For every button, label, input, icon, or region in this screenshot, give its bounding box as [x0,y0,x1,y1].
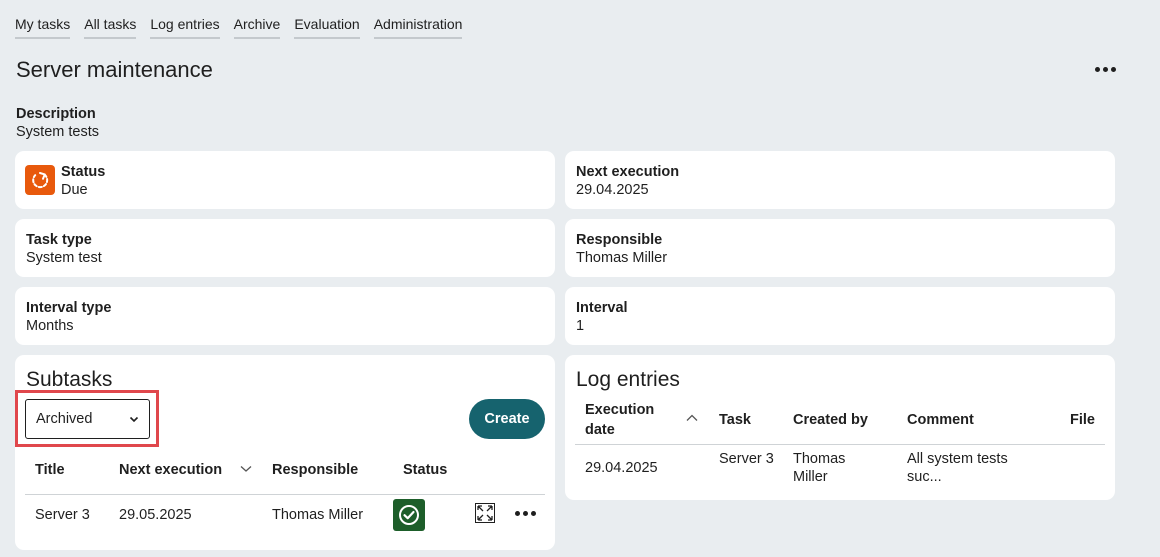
nav-archive[interactable]: Archive [233,16,281,39]
sort-chevron-down-icon[interactable] [240,465,252,473]
log-entries-title: Log entries [576,368,680,391]
col-created-by[interactable]: Created by [793,410,868,430]
more-icon [513,505,537,521]
more-icon [1093,60,1117,78]
sort-chevron-up-icon[interactable] [686,414,698,422]
top-nav: My tasks All tasks Log entries Archive E… [15,16,463,39]
check-circle-icon [393,499,425,531]
interval-type-card: Interval type Months [15,287,555,345]
nav-evaluation[interactable]: Evaluation [294,16,360,39]
row-more-options-button[interactable] [513,505,537,521]
interval-type-value: Months [26,318,74,334]
status-value: Due [61,182,88,198]
col-comment[interactable]: Comment [907,410,974,430]
col-title[interactable]: Title [35,460,65,480]
subtask-filter-select[interactable]: Archived [25,399,150,439]
log-entries-card: Log entries Execution date Task Created … [565,355,1115,500]
responsible-label: Responsible [576,232,663,248]
nav-log-entries[interactable]: Log entries [150,16,220,39]
description-value: System tests [16,124,99,140]
header-divider [575,444,1105,445]
refresh-icon [25,165,55,195]
next-execution-value: 29.04.2025 [576,182,649,198]
col-execution-date[interactable]: Execution date [585,400,665,440]
description-label: Description [16,106,96,122]
header-divider [25,494,545,495]
subtasks-card: Subtasks Archived Create Title Next exec… [15,355,555,550]
create-subtask-button[interactable]: Create [469,399,545,439]
nav-administration[interactable]: Administration [373,16,463,39]
log-row-date: 29.04.2025 [585,460,658,476]
subtask-row-responsible: Thomas Miller [272,507,364,523]
subtask-row-next-execution: 29.05.2025 [119,507,192,523]
col-responsible[interactable]: Responsible [272,460,358,480]
subtask-filter-value: Archived [36,411,93,427]
col-task[interactable]: Task [719,410,751,430]
subtask-row-title[interactable]: Server 3 [35,506,90,524]
log-row-created-by: Thomas Miller [793,451,846,485]
col-file[interactable]: File [1070,410,1095,430]
chevron-down-icon [129,416,139,422]
col-status[interactable]: Status [403,460,447,480]
col-next-execution[interactable]: Next execution [119,460,222,480]
responsible-card: Responsible Thomas Miller [565,219,1115,277]
page-title: Server maintenance [16,57,213,82]
expand-icon[interactable] [475,503,495,523]
log-row-task[interactable]: Server 3 [719,450,774,468]
more-options-button[interactable] [1093,60,1117,78]
description-block: Description System tests [16,105,99,141]
task-type-value: System test [26,250,102,266]
next-execution-label: Next execution [576,164,680,180]
log-row-comment: All system tests suc... [907,451,1008,485]
status-card: Status Due [15,151,555,209]
next-execution-card: Next execution 29.04.2025 [565,151,1115,209]
task-type-label: Task type [26,232,92,248]
nav-my-tasks[interactable]: My tasks [15,16,71,39]
task-type-card: Task type System test [15,219,555,277]
responsible-value: Thomas Miller [576,250,668,266]
interval-card: Interval 1 [565,287,1115,345]
subtasks-title: Subtasks [26,368,113,391]
status-label: Status [61,164,106,180]
nav-all-tasks[interactable]: All tasks [84,16,137,39]
interval-type-label: Interval type [26,300,112,316]
interval-value: 1 [576,318,585,334]
interval-label: Interval [576,300,628,316]
